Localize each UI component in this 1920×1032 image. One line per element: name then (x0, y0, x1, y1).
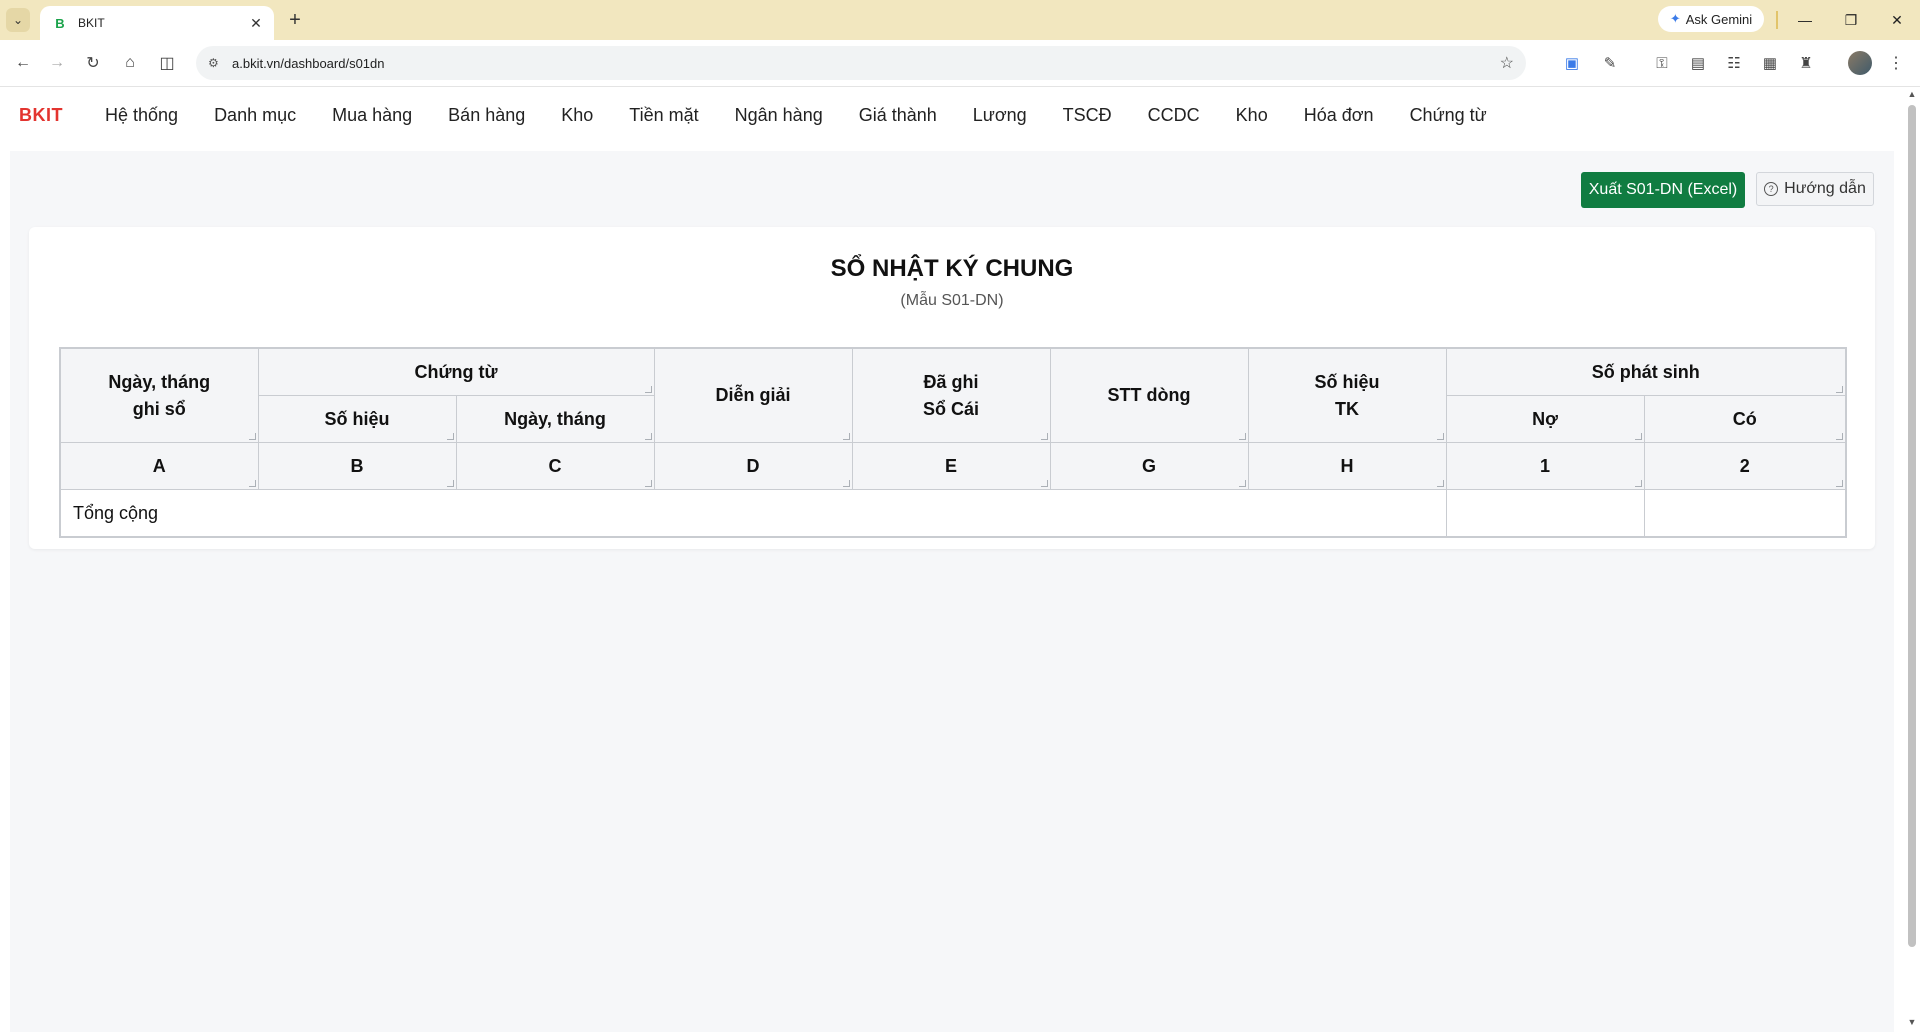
page-scrollbar[interactable]: ▲ ▼ (1904, 87, 1920, 1032)
code-e: E (851, 442, 1051, 490)
total-row: Tổng cộng (59, 489, 1847, 538)
menu-item-hoa-don[interactable]: Hóa đơn (1304, 105, 1374, 126)
ask-gemini-button[interactable]: ✦ Ask Gemini (1658, 6, 1764, 32)
profile-avatar-icon[interactable] (1848, 51, 1872, 75)
code-2: 2 (1643, 442, 1847, 490)
header-co[interactable]: Có (1643, 395, 1847, 443)
browser-tabstrip: ⌄ B BKIT ✕ + ✦ Ask Gemini — ❐ ✕ (0, 0, 1920, 40)
back-arrow-icon[interactable]: ← (10, 50, 36, 76)
header-da-ghi-so-cai[interactable]: Đã ghi Sổ Cái (851, 347, 1051, 443)
header-so-hieu-tk-text: Số hiệu TK (1314, 371, 1380, 419)
guide-button[interactable]: ? Hướng dẫn (1756, 172, 1874, 206)
gemini-spark-icon: ✦ (1669, 11, 1681, 26)
header-ngay-thang[interactable]: Ngày, tháng (455, 395, 655, 443)
browser-tab-active[interactable]: B BKIT ✕ (40, 6, 274, 40)
menu-item-ngan-hang[interactable]: Ngân hàng (735, 105, 823, 126)
ask-gemini-label: Ask Gemini (1685, 11, 1753, 27)
code-b: B (257, 442, 457, 490)
total-no-cell (1445, 489, 1645, 538)
restore-window-icon[interactable]: ❐ (1836, 8, 1866, 32)
new-tab-plus-icon[interactable]: + (284, 9, 306, 31)
header-ngay-thang-ghi-so[interactable]: Ngày, tháng ghi sổ (59, 347, 259, 443)
browser-toolbar: ← → ↻ ⌂ ◫ ⚙ a.bkit.vn/dashboard/s01dn ☆ … (0, 40, 1920, 87)
screen-capture-icon[interactable]: ▣ (1560, 51, 1584, 75)
incognito-icon[interactable]: ♜ (1794, 51, 1818, 75)
total-label: Tổng cộng (59, 489, 1447, 538)
menu-item-tscd[interactable]: TSCĐ (1063, 105, 1112, 126)
header-chung-tu[interactable]: Chứng từ (257, 347, 655, 396)
browser-menu-kebab-icon[interactable]: ⋮ (1888, 51, 1904, 75)
scroll-up-arrow-icon[interactable]: ▲ (1907, 89, 1917, 99)
main-menu: Hệ thống Danh mục Mua hàng Bán hàng Kho … (105, 105, 1523, 126)
code-h: H (1247, 442, 1447, 490)
reload-icon[interactable]: ↻ (80, 50, 106, 76)
main-content: Xuất S01-DN (Excel) ? Hướng dẫn SỔ NHẬT … (10, 151, 1894, 1032)
report-card: SỔ NHẬT KÝ CHUNG (Mẫu S01-DN) Ngày, thán… (29, 227, 1875, 549)
menu-item-tien-mat[interactable]: Tiền mặt (629, 105, 698, 126)
sidebar-panel-icon[interactable]: ▦ (1758, 51, 1782, 75)
header-no[interactable]: Nợ (1445, 395, 1645, 443)
menu-item-luong[interactable]: Lương (973, 105, 1027, 126)
password-key-icon[interactable]: ⚿ (1650, 51, 1674, 75)
header-ngay-thang-ghi-so-text: Ngày, tháng ghi sổ (108, 371, 211, 419)
minimize-icon[interactable]: — (1790, 8, 1820, 32)
menu-item-mua-hang[interactable]: Mua hàng (332, 105, 412, 126)
header-so-hieu-tk[interactable]: Số hiệu TK (1247, 347, 1447, 443)
menu-item-chung-tu[interactable]: Chứng từ (1410, 105, 1487, 126)
tab-title: BKIT (78, 16, 105, 30)
home-icon[interactable]: ⌂ (117, 50, 143, 76)
header-so-hieu[interactable]: Số hiệu (257, 395, 457, 443)
help-circle-icon: ? (1764, 182, 1779, 196)
journal-table: Ngày, tháng ghi sổ Chứng từ Diễn giải Đã… (59, 347, 1847, 538)
code-1: 1 (1445, 442, 1645, 490)
menu-item-danh-muc[interactable]: Danh mục (214, 105, 296, 126)
address-bar[interactable]: ⚙ a.bkit.vn/dashboard/s01dn ☆ (196, 46, 1526, 80)
scroll-thumb[interactable] (1908, 105, 1916, 947)
guide-button-label: Hướng dẫn (1784, 180, 1866, 197)
tab-search-chevron-icon[interactable]: ⌄ (6, 8, 30, 32)
code-d: D (653, 442, 853, 490)
total-co-cell (1643, 489, 1847, 538)
scroll-down-arrow-icon[interactable]: ▼ (1907, 1017, 1917, 1027)
menu-item-ban-hang[interactable]: Bán hàng (448, 105, 525, 126)
menu-item-he-thong[interactable]: Hệ thống (105, 105, 178, 126)
menu-item-ccdc[interactable]: CCDC (1148, 105, 1200, 126)
app-navbar: BKIT Hệ thống Danh mục Mua hàng Bán hàng… (0, 87, 1904, 151)
forward-arrow-icon[interactable]: → (44, 50, 70, 76)
split-view-icon[interactable]: ◫ (154, 50, 180, 76)
code-g: G (1049, 442, 1249, 490)
code-c: C (455, 442, 655, 490)
tab-favicon-icon: B (55, 15, 65, 31)
header-da-ghi-so-cai-text: Đã ghi Sổ Cái (922, 371, 979, 419)
extensions-puzzle-icon[interactable]: ✎ (1598, 51, 1622, 75)
payment-card-icon[interactable]: ▤ (1686, 51, 1710, 75)
report-subtitle: (Mẫu S01-DN) (900, 292, 1004, 309)
bookmark-star-icon[interactable]: ☆ (1500, 53, 1514, 73)
code-a: A (59, 442, 259, 490)
menu-item-gia-thanh[interactable]: Giá thành (859, 105, 937, 126)
header-so-phat-sinh[interactable]: Số phát sinh (1445, 347, 1847, 396)
report-title: SỔ NHẬT KÝ CHUNG (830, 255, 1074, 282)
reading-mode-icon[interactable]: ☷ (1722, 51, 1746, 75)
header-stt-dong[interactable]: STT dòng (1049, 347, 1249, 443)
site-settings-icon[interactable]: ⚙ (208, 56, 224, 70)
address-url[interactable]: a.bkit.vn/dashboard/s01dn (232, 56, 1500, 71)
export-excel-button[interactable]: Xuất S01-DN (Excel) (1581, 172, 1745, 208)
header-dien-giai[interactable]: Diễn giải (653, 347, 853, 443)
tabstrip-separator (1776, 11, 1778, 29)
menu-item-kho-2[interactable]: Kho (1236, 105, 1268, 126)
brand-logo[interactable]: BKIT (19, 105, 63, 126)
tab-close-icon[interactable]: ✕ (248, 15, 264, 32)
close-window-icon[interactable]: ✕ (1882, 8, 1912, 32)
menu-item-kho[interactable]: Kho (561, 105, 593, 126)
